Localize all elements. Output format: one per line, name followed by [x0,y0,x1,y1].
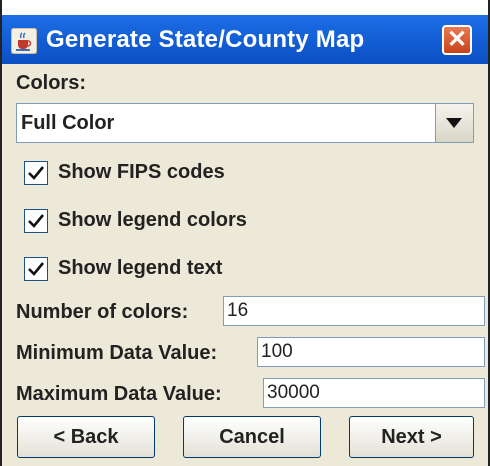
close-icon: ✕ [446,26,468,53]
dialog-window: Generate State/County Map ✕ Colors: Full… [0,0,490,466]
show-legend-colors-checkbox[interactable] [24,209,48,233]
show-fips-checkbox[interactable] [24,161,48,185]
show-fips-label[interactable]: Show FIPS codes [58,161,225,184]
show-legend-colors-label[interactable]: Show legend colors [58,209,247,232]
dialog-content: Colors: Full Color Show FIPS codes Show … [2,64,488,466]
back-button[interactable]: < Back [17,416,155,458]
next-button[interactable]: Next > [349,416,474,458]
close-button[interactable]: ✕ [442,25,472,55]
combobox-dropdown-button[interactable] [435,104,473,142]
max-value-label: Maximum Data Value: [16,383,222,405]
colors-label: Colors: [16,72,86,94]
chevron-down-icon [446,118,462,128]
num-colors-label: Number of colors: [16,301,189,323]
cancel-button[interactable]: Cancel [183,416,321,458]
colors-combobox[interactable]: Full Color [16,103,474,143]
checkmark-icon [28,214,45,228]
checkmark-icon [28,166,45,180]
window-title: Generate State/County Map [46,26,365,53]
num-colors-input[interactable]: 16 [223,296,485,326]
max-value-input[interactable]: 30000 [263,378,485,408]
checkmark-icon [28,262,45,276]
title-bar[interactable]: Generate State/County Map ✕ [2,15,488,64]
min-value-label: Minimum Data Value: [16,342,218,364]
java-cup-icon [10,27,38,55]
show-legend-text-checkbox[interactable] [24,257,48,281]
show-legend-text-label[interactable]: Show legend text [58,257,222,280]
colors-selected-value: Full Color [21,112,115,134]
min-value-input[interactable]: 100 [257,337,485,367]
